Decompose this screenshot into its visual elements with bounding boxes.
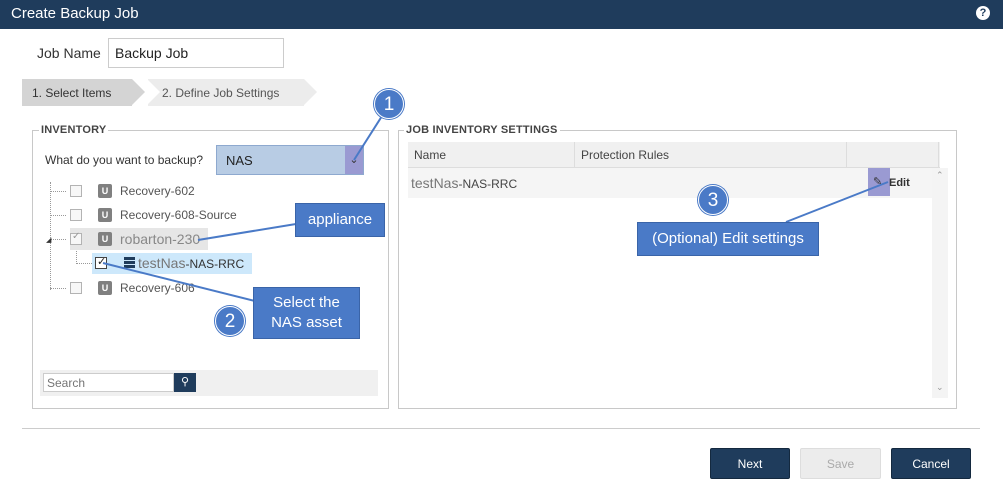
column-header-name[interactable]: Name bbox=[414, 148, 446, 162]
checkbox-checked[interactable]: ✓ bbox=[70, 231, 82, 245]
callout-text-line: NAS asset bbox=[271, 314, 342, 331]
tree-item-label: Recovery-606 bbox=[120, 281, 195, 295]
column-separator bbox=[938, 142, 939, 168]
edit-label[interactable]: Edit bbox=[889, 177, 910, 189]
inventory-search-bar: ⚲ bbox=[40, 370, 378, 396]
callout-text-line: Select the bbox=[273, 294, 340, 311]
checkbox[interactable] bbox=[70, 185, 82, 197]
job-name-label: Job Name bbox=[37, 45, 101, 61]
tree-item-testnas[interactable]: ✓ testNas-NAS-RRC bbox=[92, 253, 252, 274]
save-button[interactable]: Save bbox=[800, 448, 881, 479]
window-title: Create Backup Job bbox=[11, 5, 139, 22]
scroll-down-icon[interactable]: ⌄ bbox=[936, 382, 944, 393]
next-button[interactable]: Next bbox=[710, 448, 790, 479]
collapse-arrow-icon[interactable]: ◢ bbox=[46, 236, 51, 244]
backup-type-select[interactable]: NAS ⌄ bbox=[216, 145, 364, 175]
tree-item-label: robarton-230 bbox=[120, 231, 201, 247]
appliance-icon: U bbox=[98, 208, 112, 222]
tree-item-robarton-230[interactable]: ✓ U robarton-230 bbox=[70, 228, 208, 250]
chevron-down-icon[interactable]: ⌄ bbox=[345, 146, 363, 174]
column-header-protection-rules[interactable]: Protection Rules bbox=[581, 148, 669, 162]
tree-connector bbox=[50, 215, 66, 216]
help-icon[interactable]: ? bbox=[976, 6, 990, 20]
tree-connector bbox=[76, 263, 92, 264]
appliance-icon: U bbox=[98, 281, 112, 295]
backup-question-label: What do you want to backup? bbox=[45, 153, 204, 167]
cancel-button[interactable]: Cancel bbox=[891, 448, 971, 479]
step-define-job-settings[interactable]: 2. Define Job Settings bbox=[147, 79, 317, 106]
table-header: Name Protection Rules bbox=[408, 142, 940, 168]
row-name: testNas-NAS-RRC bbox=[411, 175, 518, 191]
job-name-input[interactable] bbox=[108, 38, 284, 68]
tree-item-label: testNas-NAS-RRC bbox=[138, 255, 245, 271]
callout-edit-settings: (Optional) Edit settings bbox=[637, 222, 819, 256]
job-inventory-legend: JOB INVENTORY SETTINGS bbox=[404, 124, 560, 136]
tree-item-label: Recovery-608-Source bbox=[120, 208, 237, 222]
column-separator bbox=[846, 142, 847, 168]
checkbox[interactable] bbox=[70, 209, 82, 221]
callout-number-1: 1 bbox=[374, 89, 404, 119]
tree-connector bbox=[50, 191, 66, 192]
step-select-items[interactable]: 1. Select Items bbox=[22, 79, 145, 106]
backup-type-value: NAS bbox=[226, 153, 253, 168]
table-row[interactable]: testNas-NAS-RRC ✎ Edit bbox=[408, 168, 932, 198]
callout-select-nas-asset: Select the NAS asset bbox=[253, 287, 360, 339]
scroll-up-icon[interactable]: ⌃ bbox=[936, 170, 944, 181]
checkbox-checked[interactable]: ✓ bbox=[95, 256, 107, 269]
tree-item-label: Recovery-602 bbox=[120, 184, 195, 198]
column-separator bbox=[574, 142, 575, 168]
tree-connector bbox=[50, 288, 66, 289]
search-icon[interactable]: ⚲ bbox=[174, 373, 196, 392]
tree-item-recovery-606[interactable]: U Recovery-606 bbox=[70, 278, 210, 298]
tree-item-recovery-608-source[interactable]: U Recovery-608-Source bbox=[70, 205, 250, 225]
nas-storage-icon bbox=[124, 257, 135, 270]
tree-connector bbox=[50, 239, 66, 240]
window-title-bar: Create Backup Job ? bbox=[0, 0, 1003, 29]
search-input[interactable] bbox=[43, 373, 174, 392]
callout-appliance: appliance bbox=[295, 203, 385, 237]
inventory-legend: INVENTORY bbox=[39, 124, 109, 136]
tree-item-recovery-602[interactable]: U Recovery-602 bbox=[70, 181, 210, 201]
callout-number-3: 3 bbox=[698, 185, 728, 215]
table-scrollbar[interactable]: ⌃ ⌄ bbox=[932, 168, 948, 398]
callout-number-2: 2 bbox=[215, 306, 245, 336]
appliance-icon: U bbox=[98, 232, 112, 246]
footer-divider bbox=[22, 428, 980, 429]
pencil-icon[interactable]: ✎ bbox=[873, 175, 882, 188]
appliance-icon: U bbox=[98, 184, 112, 198]
checkbox[interactable] bbox=[70, 282, 82, 294]
